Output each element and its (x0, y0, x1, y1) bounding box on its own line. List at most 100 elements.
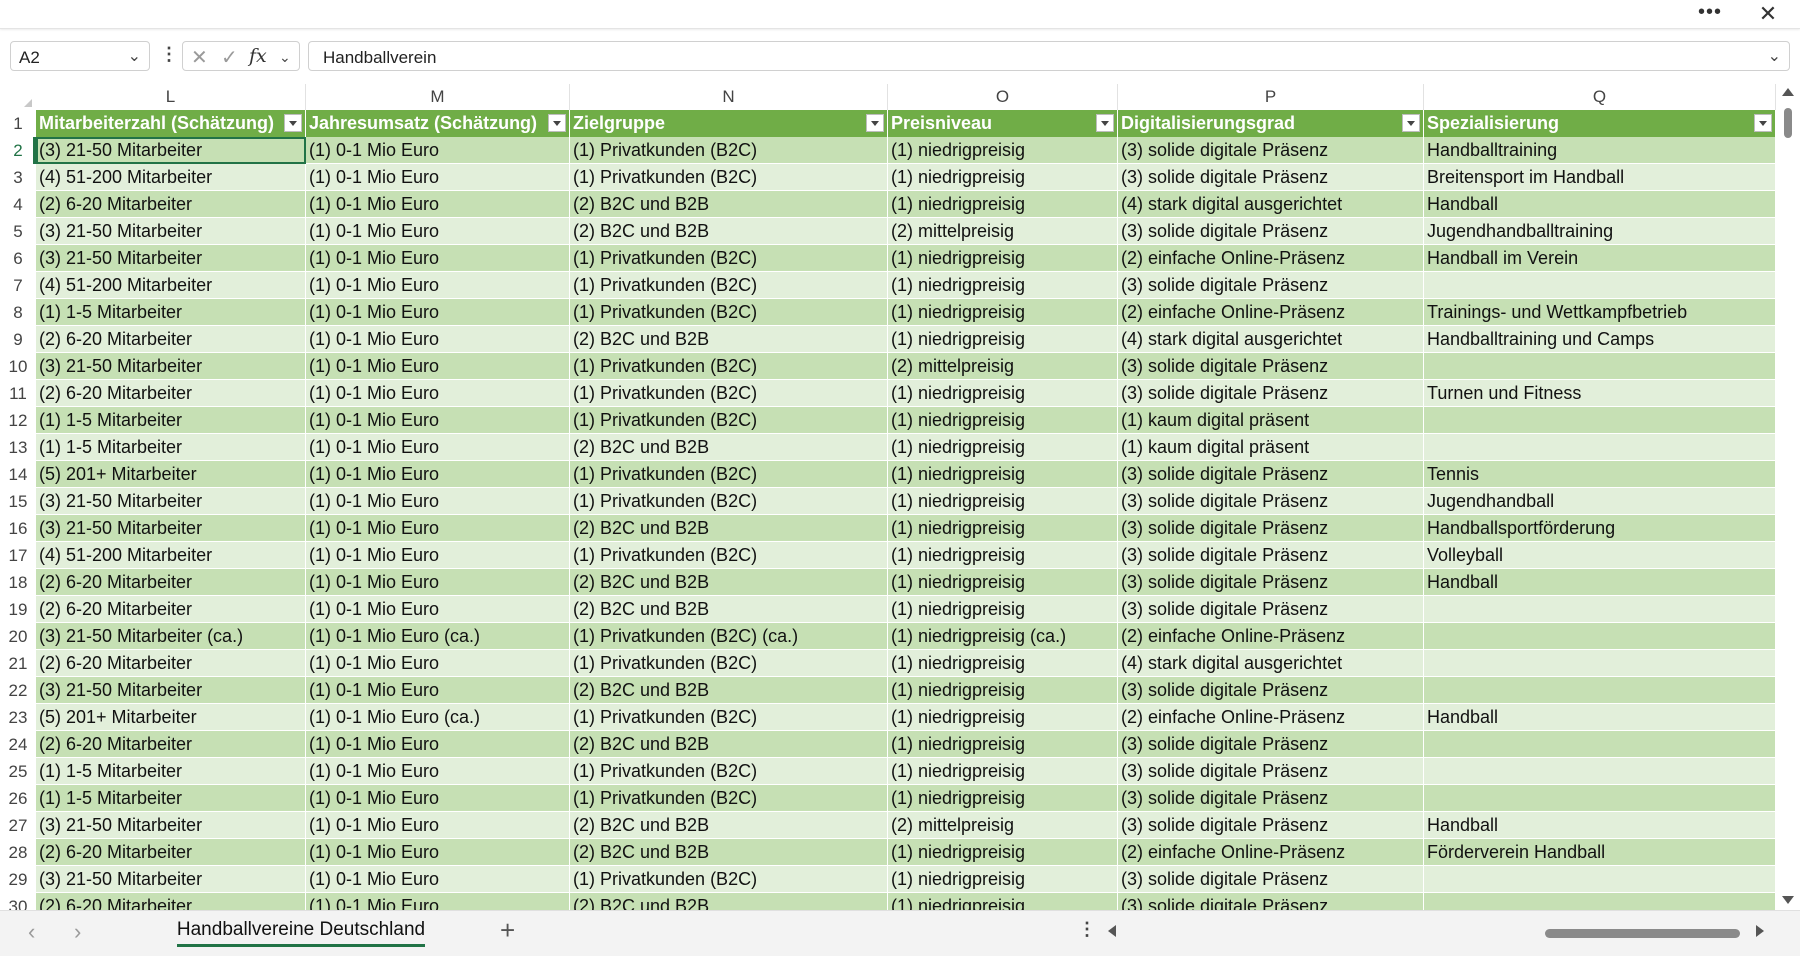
table-cell[interactable]: (1) 0-1 Mio Euro (306, 326, 570, 353)
table-cell[interactable]: (1) Privatkunden (B2C) (570, 866, 888, 893)
row-header[interactable]: 23 (0, 704, 36, 731)
table-cell[interactable]: (1) kaum digital präsent (1118, 407, 1424, 434)
table-cell[interactable]: Handball (1424, 812, 1776, 839)
table-cell[interactable]: (2) B2C und B2B (570, 731, 888, 758)
table-cell[interactable]: (1) niedrigpreisig (888, 245, 1118, 272)
table-cell[interactable]: (1) 0-1 Mio Euro (306, 272, 570, 299)
table-cell[interactable] (1424, 650, 1776, 677)
column-header-m[interactable]: M (306, 84, 570, 110)
row-header[interactable]: 24 (0, 731, 36, 758)
row-header[interactable]: 30 (0, 893, 36, 910)
table-cell[interactable]: (3) solide digitale Präsenz (1118, 542, 1424, 569)
table-cell[interactable]: (1) 0-1 Mio Euro (306, 839, 570, 866)
table-cell[interactable]: (1) niedrigpreisig (888, 164, 1118, 191)
next-sheet-icon[interactable]: › (74, 919, 81, 945)
table-cell[interactable]: (4) stark digital ausgerichtet (1118, 326, 1424, 353)
table-cell[interactable]: (3) 21-50 Mitarbeiter (36, 137, 306, 164)
table-cell[interactable]: (1) Privatkunden (B2C) (ca.) (570, 623, 888, 650)
table-cell[interactable]: (1) 0-1 Mio Euro (306, 866, 570, 893)
table-cell[interactable]: (1) niedrigpreisig (888, 407, 1118, 434)
table-cell[interactable]: (1) 1-5 Mitarbeiter (36, 407, 306, 434)
table-cell[interactable]: Turnen und Fitness (1424, 380, 1776, 407)
table-cell[interactable]: (2) B2C und B2B (570, 434, 888, 461)
cancel-icon[interactable]: ✕ (191, 45, 208, 70)
row-header[interactable]: 18 (0, 569, 36, 596)
table-cell[interactable]: (2) einfache Online-Präsenz (1118, 839, 1424, 866)
table-cell[interactable]: (1) 0-1 Mio Euro (306, 569, 570, 596)
table-cell[interactable]: (1) niedrigpreisig (888, 785, 1118, 812)
table-cell[interactable]: (1) niedrigpreisig (ca.) (888, 623, 1118, 650)
expand-formula-bar-icon[interactable]: ⌄ (1768, 46, 1781, 66)
table-cell[interactable]: (1) 0-1 Mio Euro (306, 542, 570, 569)
table-cell[interactable]: (1) niedrigpreisig (888, 677, 1118, 704)
row-header[interactable]: 20 (0, 623, 36, 650)
table-cell[interactable]: (2) mittelpreisig (888, 353, 1118, 380)
table-cell[interactable]: (1) niedrigpreisig (888, 596, 1118, 623)
table-cell[interactable] (1424, 758, 1776, 785)
table-cell[interactable]: (1) Privatkunden (B2C) (570, 461, 888, 488)
table-cell[interactable]: (2) B2C und B2B (570, 596, 888, 623)
table-cell[interactable]: (3) solide digitale Präsenz (1118, 461, 1424, 488)
table-cell[interactable]: (1) niedrigpreisig (888, 434, 1118, 461)
table-cell[interactable]: (2) 6-20 Mitarbeiter (36, 380, 306, 407)
table-cell[interactable]: (3) 21-50 Mitarbeiter (36, 866, 306, 893)
table-cell[interactable] (1424, 272, 1776, 299)
table-cell[interactable] (1424, 785, 1776, 812)
table-cell[interactable] (1424, 434, 1776, 461)
table-cell[interactable]: (1) niedrigpreisig (888, 650, 1118, 677)
table-cell[interactable]: (1) niedrigpreisig (888, 569, 1118, 596)
table-cell[interactable]: (1) Privatkunden (B2C) (570, 785, 888, 812)
table-cell[interactable]: (1) 0-1 Mio Euro (306, 596, 570, 623)
table-cell[interactable]: (3) 21-50 Mitarbeiter (36, 677, 306, 704)
row-header[interactable]: 9 (0, 326, 36, 353)
table-cell[interactable]: (2) B2C und B2B (570, 812, 888, 839)
table-cell[interactable]: (1) 0-1 Mio Euro (306, 218, 570, 245)
table-cell[interactable]: Breitensport im Handball (1424, 164, 1776, 191)
formula-input[interactable]: Handballverein ⌄ (308, 41, 1790, 71)
table-cell[interactable]: (3) solide digitale Präsenz (1118, 164, 1424, 191)
table-cell[interactable]: (2) 6-20 Mitarbeiter (36, 650, 306, 677)
row-header[interactable]: 1 (0, 110, 36, 137)
table-cell[interactable]: (3) solide digitale Präsenz (1118, 866, 1424, 893)
table-cell[interactable]: Handball im Verein (1424, 245, 1776, 272)
table-cell[interactable]: (1) niedrigpreisig (888, 299, 1118, 326)
table-cell[interactable]: (1) 1-5 Mitarbeiter (36, 785, 306, 812)
table-cell[interactable]: (3) 21-50 Mitarbeiter (36, 353, 306, 380)
table-cell[interactable]: (3) solide digitale Präsenz (1118, 515, 1424, 542)
table-cell[interactable]: (1) 0-1 Mio Euro (306, 164, 570, 191)
row-header[interactable]: 16 (0, 515, 36, 542)
table-cell[interactable]: (1) 0-1 Mio Euro (306, 650, 570, 677)
scroll-down-icon[interactable] (1782, 896, 1794, 904)
filter-dropdown-icon[interactable] (548, 114, 566, 132)
table-cell[interactable]: (1) 0-1 Mio Euro (306, 191, 570, 218)
column-header-o[interactable]: O (888, 84, 1118, 110)
table-cell[interactable]: (1) niedrigpreisig (888, 542, 1118, 569)
table-cell[interactable]: (2) einfache Online-Präsenz (1118, 245, 1424, 272)
table-cell[interactable]: (1) niedrigpreisig (888, 461, 1118, 488)
row-header[interactable]: 5 (0, 218, 36, 245)
table-cell[interactable]: (1) niedrigpreisig (888, 866, 1118, 893)
table-cell[interactable]: (3) solide digitale Präsenz (1118, 812, 1424, 839)
table-cell[interactable]: (2) B2C und B2B (570, 218, 888, 245)
row-header[interactable]: 29 (0, 866, 36, 893)
filter-dropdown-icon[interactable] (1096, 114, 1114, 132)
row-header[interactable]: 14 (0, 461, 36, 488)
table-cell[interactable] (1424, 596, 1776, 623)
row-header[interactable]: 8 (0, 299, 36, 326)
row-header[interactable]: 21 (0, 650, 36, 677)
table-cell[interactable]: (2) einfache Online-Präsenz (1118, 704, 1424, 731)
table-cell[interactable]: (3) solide digitale Präsenz (1118, 353, 1424, 380)
table-cell[interactable] (1424, 623, 1776, 650)
table-cell[interactable]: (1) 0-1 Mio Euro (306, 488, 570, 515)
table-cell[interactable]: (1) niedrigpreisig (888, 893, 1118, 910)
table-cell[interactable]: (3) solide digitale Präsenz (1118, 137, 1424, 164)
table-cell[interactable]: (1) niedrigpreisig (888, 191, 1118, 218)
table-cell[interactable]: (3) solide digitale Präsenz (1118, 758, 1424, 785)
table-cell[interactable]: Handballtraining und Camps (1424, 326, 1776, 353)
table-cell[interactable]: (4) 51-200 Mitarbeiter (36, 164, 306, 191)
table-cell[interactable]: (1) niedrigpreisig (888, 839, 1118, 866)
table-cell[interactable]: (5) 201+ Mitarbeiter (36, 461, 306, 488)
filter-dropdown-icon[interactable] (284, 114, 302, 132)
table-cell[interactable]: (1) 1-5 Mitarbeiter (36, 299, 306, 326)
table-cell[interactable]: Handballsportförderung (1424, 515, 1776, 542)
